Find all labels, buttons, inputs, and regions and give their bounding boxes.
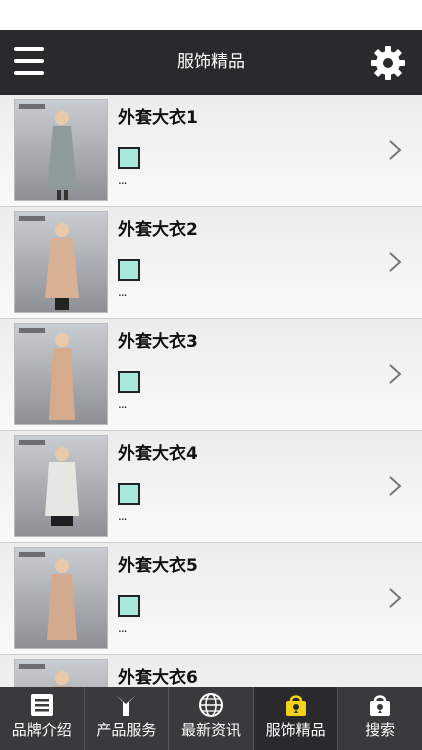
product-thumbnail (14, 211, 108, 313)
brand-tag (19, 216, 45, 221)
shopping-bag-icon (285, 695, 306, 716)
tab-search[interactable]: 搜索 (338, 687, 422, 750)
product-title: 外套大衣5 (118, 556, 198, 576)
product-description: ... (118, 397, 128, 411)
tab-label: 服饰精品 (265, 721, 326, 739)
product-thumbnail (14, 547, 108, 649)
brand-tag (19, 440, 45, 445)
bottom-tab-bar: 品牌介绍 产品服务 最新资讯 服饰精品 搜索 (0, 687, 422, 750)
product-title: 外套大衣6 (118, 668, 198, 687)
tab-label: 搜索 (365, 721, 396, 739)
product-description: ... (118, 509, 128, 523)
tab-fashion-boutique[interactable]: 服饰精品 (253, 687, 339, 750)
product-thumbnail (14, 99, 108, 201)
coat-model-image (49, 333, 75, 420)
list-item[interactable]: 外套大衣1 ... (0, 95, 422, 207)
color-swatch (118, 147, 140, 169)
coat-model-image (47, 559, 77, 640)
brand-tag (19, 552, 45, 557)
product-title: 外套大衣4 (118, 444, 198, 464)
list-item[interactable]: 外套大衣6 ... (0, 655, 422, 687)
tab-label: 品牌介绍 (11, 721, 72, 739)
color-swatch (118, 259, 140, 281)
id-card-icon (30, 694, 53, 716)
color-swatch (118, 371, 140, 393)
settings-button[interactable] (368, 43, 408, 83)
color-swatch (118, 595, 140, 617)
chevron-right-icon (389, 364, 402, 384)
chevron-right-icon (389, 476, 402, 496)
chevron-right-icon (389, 140, 402, 160)
brand-tag (19, 328, 45, 333)
coat-model-image (47, 111, 77, 200)
tab-label: 最新资讯 (180, 721, 241, 739)
product-title: 外套大衣1 (118, 108, 198, 128)
list-item[interactable]: 外套大衣3 ... (0, 319, 422, 431)
product-thumbnail (14, 323, 108, 425)
product-list[interactable]: 外套大衣1 ... 外套大衣2 ... 外套大衣3 ... 外套大衣4 ... … (0, 95, 422, 687)
tab-latest-news[interactable]: 最新资讯 (169, 687, 254, 750)
product-title: 外套大衣2 (118, 220, 198, 240)
page-title: 服饰精品 (177, 52, 245, 72)
chevron-right-icon (389, 252, 402, 272)
brand-tag (19, 104, 45, 109)
chevron-right-icon (389, 588, 402, 608)
list-item[interactable]: 外套大衣4 ... (0, 431, 422, 543)
product-thumbnail (14, 435, 108, 537)
coat-model-image (45, 223, 79, 310)
app-header: 服饰精品 (0, 30, 422, 95)
tab-brand-intro[interactable]: 品牌介绍 (0, 687, 85, 750)
list-item[interactable]: 外套大衣5 ... (0, 543, 422, 655)
product-thumbnail (14, 659, 108, 687)
tab-product-service[interactable]: 产品服务 (85, 687, 170, 750)
product-title: 外套大衣3 (118, 332, 198, 352)
gear-icon (371, 46, 405, 80)
product-description: ... (118, 621, 128, 635)
tab-label: 产品服务 (96, 721, 157, 739)
product-description: ... (118, 173, 128, 187)
list-item[interactable]: 外套大衣2 ... (0, 207, 422, 319)
color-swatch (118, 483, 140, 505)
location-bag-icon (370, 695, 391, 716)
globe-icon (198, 693, 223, 717)
status-bar (0, 0, 422, 30)
tools-icon (116, 695, 137, 716)
product-description: ... (118, 285, 128, 299)
brand-tag (19, 664, 45, 669)
coat-model-image (45, 447, 79, 526)
